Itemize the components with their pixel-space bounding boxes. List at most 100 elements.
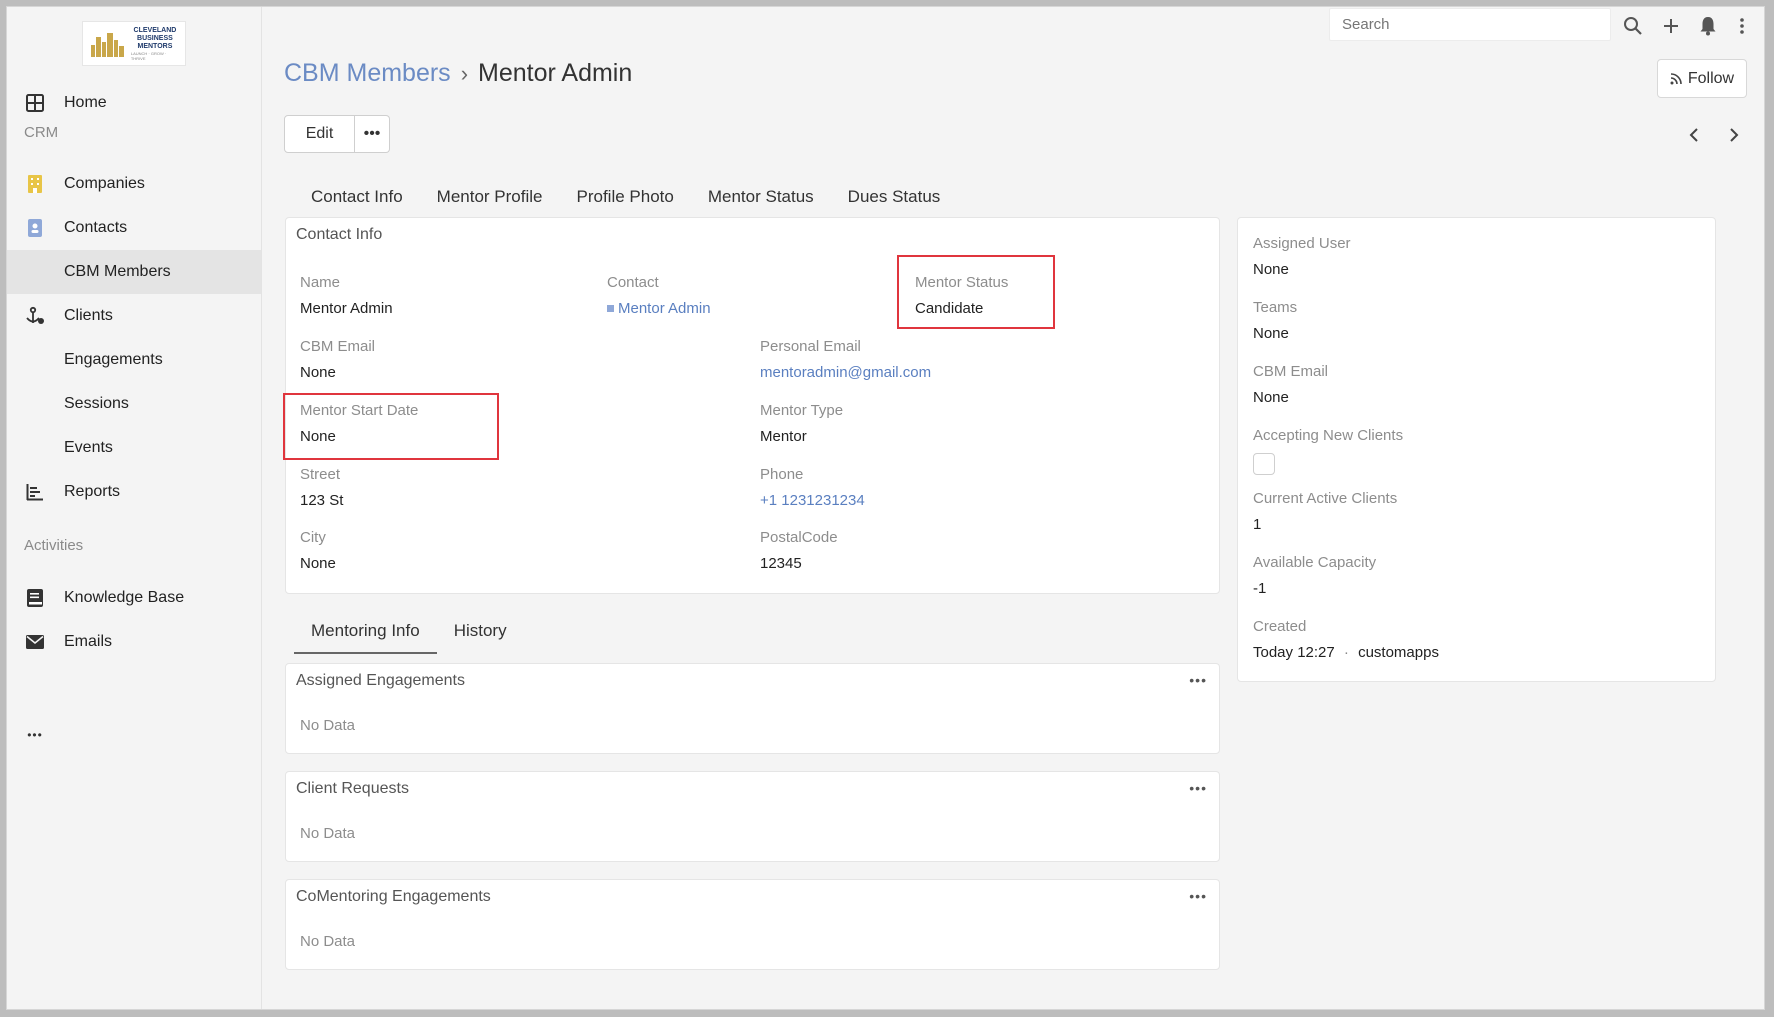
created-field: Created Today 12:27 · customapps: [1253, 618, 1439, 661]
client-requests-panel: Client Requests ••• No Data: [285, 771, 1220, 862]
cbm-email-field: CBM Email None: [300, 338, 375, 381]
panel-menu-button[interactable]: •••: [1189, 672, 1207, 688]
more-actions-button[interactable]: •••: [355, 115, 390, 153]
mentor-type-field: Mentor Type Mentor: [760, 402, 843, 445]
sidebar-item-label: Companies: [64, 175, 145, 192]
contact-field: Contact Mentor Admin: [607, 274, 711, 317]
sidebar-item-label: Knowledge Base: [64, 589, 185, 606]
field-label: Accepting New Clients: [1253, 427, 1404, 444]
tab-history[interactable]: History: [437, 611, 524, 654]
edit-button[interactable]: Edit: [284, 115, 355, 153]
empty-state: No Data: [300, 717, 356, 734]
sidebar-item-clients[interactable]: Clients: [7, 294, 261, 338]
skyline-icon: [89, 31, 125, 57]
tab-mentoring-info[interactable]: Mentoring Info: [294, 611, 437, 654]
sidebar-item-contacts[interactable]: Contacts: [7, 206, 261, 250]
contact-info-panel: Contact Info Name Mentor Admin Contact M…: [283, 217, 1220, 594]
sidebar-item-label: Contacts: [64, 219, 128, 236]
follow-button[interactable]: Follow: [1657, 59, 1747, 98]
tab-dues-status[interactable]: Dues Status: [831, 177, 958, 220]
field-label: CBM Email: [1253, 363, 1329, 380]
search-input[interactable]: [1329, 8, 1611, 41]
field-value: None: [300, 364, 336, 381]
field-label: PostalCode: [760, 529, 838, 546]
sidebar-item-knowledge-base[interactable]: Knowledge Base: [7, 576, 261, 620]
field-label: Contact: [607, 274, 659, 291]
panel-menu-button[interactable]: •••: [1189, 780, 1207, 796]
accepting-new-clients-checkbox[interactable]: [1253, 453, 1275, 475]
field-label: Name: [300, 274, 341, 291]
phone-field: Phone +1 1231231234: [760, 466, 865, 509]
panel-menu-button[interactable]: •••: [1189, 888, 1207, 904]
field-value: Mentor Admin: [300, 300, 393, 317]
main-content: CBM Members › Mentor Admin Follow Edit •••…: [263, 7, 1764, 1009]
nav-section-crm: CRM: [24, 124, 59, 141]
field-label: Phone: [760, 466, 804, 483]
cbm-logo[interactable]: CLEVELAND BUSINESS MENTORS LAUNCH · GROW…: [82, 21, 186, 66]
sidebar-more-button[interactable]: •••: [7, 713, 261, 757]
panel-title: CoMentoring Engagements: [296, 888, 491, 905]
sidebar-item-home[interactable]: Home: [7, 81, 261, 125]
next-record-icon[interactable]: [1724, 125, 1744, 145]
sidebar-item-engagements[interactable]: Engagements: [7, 338, 261, 382]
plus-icon[interactable]: [1660, 15, 1682, 37]
bar-chart-icon: [24, 481, 46, 503]
rss-icon: [1670, 72, 1682, 84]
comentoring-engagements-panel: CoMentoring Engagements ••• No Data: [285, 879, 1220, 970]
city-field: City None: [300, 529, 336, 572]
sidebar-item-events[interactable]: Events: [7, 426, 261, 470]
previous-record-icon[interactable]: [1684, 125, 1704, 145]
contact-card-icon: [24, 217, 46, 239]
panel-title: Client Requests: [296, 780, 409, 797]
available-capacity-field: Available Capacity -1: [1253, 554, 1376, 597]
postalcode-field: PostalCode 12345: [760, 529, 838, 572]
sidebar-item-sessions[interactable]: Sessions: [7, 382, 261, 426]
created-by-user: customapps: [1358, 644, 1439, 661]
field-label: Available Capacity: [1253, 554, 1377, 571]
sidebar-item-companies[interactable]: Companies: [7, 162, 261, 206]
name-field: Name Mentor Admin: [300, 274, 393, 317]
current-active-clients-field: Current Active Clients 1: [1253, 490, 1397, 533]
sidebar-item-emails[interactable]: Emails: [7, 620, 261, 664]
contact-square-icon: [607, 305, 614, 312]
sidebar-item-reports[interactable]: Reports: [7, 470, 261, 514]
tab-profile-photo[interactable]: Profile Photo: [560, 177, 691, 220]
grid-icon: [24, 92, 46, 114]
tab-mentor-profile[interactable]: Mentor Profile: [420, 177, 560, 220]
search-icon[interactable]: [1622, 15, 1644, 37]
field-value: 12345: [760, 555, 802, 572]
contact-link[interactable]: Mentor Admin: [607, 300, 711, 317]
app-window: CLEVELAND BUSINESS MENTORS LAUNCH · GROW…: [6, 6, 1765, 1010]
teams-field: Teams None: [1253, 299, 1297, 342]
field-value: None: [1253, 261, 1289, 278]
tab-mentor-status[interactable]: Mentor Status: [691, 177, 831, 220]
tab-contact-info[interactable]: Contact Info: [294, 177, 420, 220]
sidebar-item-label: Home: [64, 94, 107, 111]
personal-email-link[interactable]: mentoradmin@gmail.com: [760, 364, 931, 381]
record-tabs: Contact Info Mentor Profile Profile Phot…: [294, 177, 957, 220]
phone-link[interactable]: +1 1231231234: [760, 492, 865, 509]
sidebar-item-label: CBM Members: [64, 263, 171, 280]
follow-label: Follow: [1687, 69, 1735, 87]
field-value: None: [300, 555, 336, 572]
field-value: Mentor: [760, 428, 807, 445]
sidebar-item-label: Clients: [64, 307, 113, 324]
more-dots-icon: •••: [27, 728, 43, 742]
personal-email-field: Personal Email mentoradmin@gmail.com: [760, 338, 931, 381]
field-label: Street: [300, 466, 341, 483]
accepting-new-clients-field: Accepting New Clients: [1253, 427, 1403, 475]
side-cbm-email-field: CBM Email None: [1253, 363, 1328, 406]
field-label: Personal Email: [760, 338, 861, 355]
sidebar-item-label: Sessions: [64, 395, 129, 412]
logo-line3: MENTORS: [137, 42, 173, 50]
bell-icon[interactable]: [1697, 15, 1719, 37]
breadcrumb-parent-link[interactable]: CBM Members: [284, 59, 451, 87]
kebab-menu-icon[interactable]: [1731, 15, 1753, 37]
field-value: None: [1253, 389, 1289, 406]
sidebar-item-cbm-members[interactable]: CBM Members: [7, 250, 261, 294]
field-value: None: [1253, 325, 1289, 342]
building-icon: [24, 173, 46, 195]
field-value: 123 St: [300, 492, 344, 509]
empty-state: No Data: [300, 933, 356, 950]
sidebar-item-label: Events: [64, 439, 113, 456]
